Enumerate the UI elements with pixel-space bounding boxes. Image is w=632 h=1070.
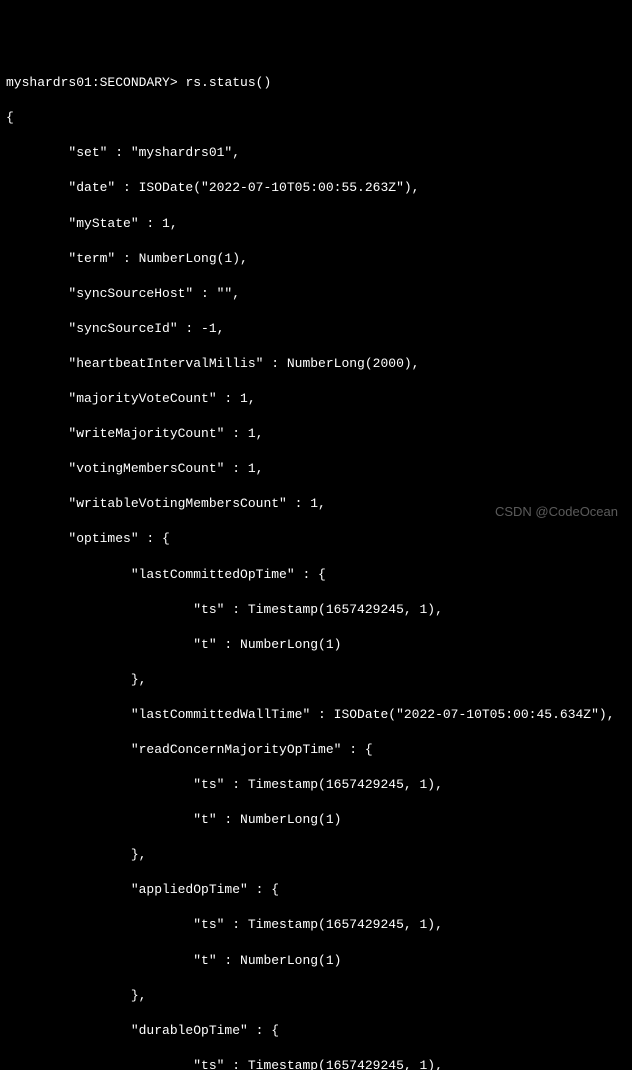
output-line: "writeMajorityCount" : 1,: [6, 425, 626, 443]
output-line: "t" : NumberLong(1): [6, 636, 626, 654]
output-line: "majorityVoteCount" : 1,: [6, 390, 626, 408]
output-line: "writableVotingMembersCount" : 1,: [6, 495, 626, 513]
output-line: "t" : NumberLong(1): [6, 952, 626, 970]
shell-prompt: myshardrs01:SECONDARY>: [6, 75, 185, 90]
output-line: "term" : NumberLong(1),: [6, 250, 626, 268]
output-line: "heartbeatIntervalMillis" : NumberLong(2…: [6, 355, 626, 373]
output-line: "lastCommittedWallTime" : ISODate("2022-…: [6, 706, 626, 724]
output-line: "date" : ISODate("2022-07-10T05:00:55.26…: [6, 179, 626, 197]
output-line: "optimes" : {: [6, 530, 626, 548]
output-line: "durableOpTime" : {: [6, 1022, 626, 1040]
output-line: "t" : NumberLong(1): [6, 811, 626, 829]
command-input[interactable]: rs.status(): [185, 75, 271, 90]
output-line: "readConcernMajorityOpTime" : {: [6, 741, 626, 759]
output-line: "ts" : Timestamp(1657429245, 1),: [6, 601, 626, 619]
output-line: "ts" : Timestamp(1657429245, 1),: [6, 1057, 626, 1070]
output-line: "lastCommittedOpTime" : {: [6, 566, 626, 584]
output-line: "ts" : Timestamp(1657429245, 1),: [6, 916, 626, 934]
output-line: "syncSourceId" : -1,: [6, 320, 626, 338]
output-line: "syncSourceHost" : "",: [6, 285, 626, 303]
output-line: "appliedOpTime" : {: [6, 881, 626, 899]
output-line: "ts" : Timestamp(1657429245, 1),: [6, 776, 626, 794]
output-line: "votingMembersCount" : 1,: [6, 460, 626, 478]
output-line: },: [6, 671, 626, 689]
output-line: },: [6, 846, 626, 864]
output-line: "set" : "myshardrs01",: [6, 144, 626, 162]
output-line: {: [6, 109, 626, 127]
output-line: "myState" : 1,: [6, 215, 626, 233]
output-line: },: [6, 987, 626, 1005]
prompt-line[interactable]: myshardrs01:SECONDARY> rs.status(): [6, 74, 626, 92]
